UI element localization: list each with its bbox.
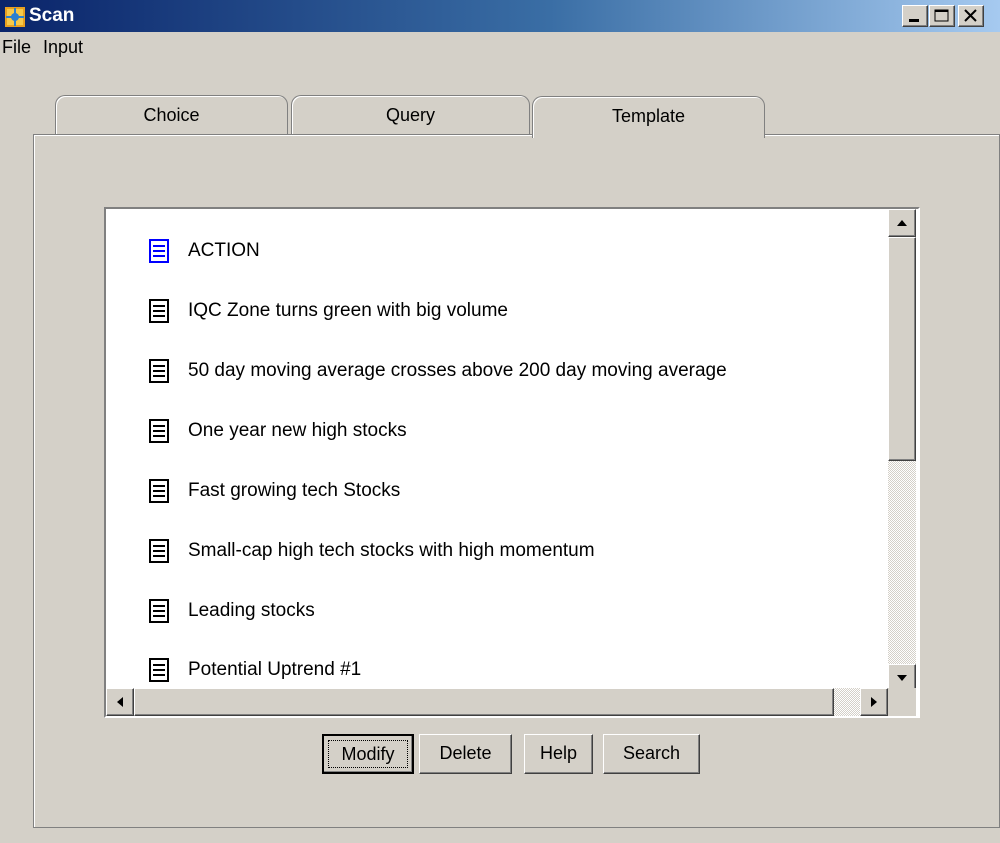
menu-bar: File Input xyxy=(0,32,1000,62)
minimize-button[interactable] xyxy=(902,5,928,27)
list-item-label: Potential Uptrend #1 xyxy=(188,659,362,680)
minimize-icon xyxy=(909,19,919,22)
title-bar[interactable]: Scan xyxy=(0,0,1000,32)
close-icon xyxy=(964,9,977,22)
search-button-label: Search xyxy=(622,743,681,763)
scroll-right-button[interactable] xyxy=(860,688,888,716)
scrollbar-corner xyxy=(888,688,916,716)
arrow-left-icon xyxy=(117,697,123,707)
scroll-left-button[interactable] xyxy=(106,688,134,716)
scan-app-icon xyxy=(5,7,25,27)
delete-button-label: Delete xyxy=(439,743,492,763)
list-item-label: IQC Zone turns green with big volume xyxy=(188,300,508,321)
vertical-scroll-thumb[interactable] xyxy=(888,237,916,461)
list-item-label: Fast growing tech Stocks xyxy=(188,480,401,501)
focus-ring xyxy=(328,740,408,768)
list-item-label: Leading stocks xyxy=(188,600,315,621)
document-icon xyxy=(149,539,169,563)
menu-input[interactable]: Input xyxy=(43,37,83,57)
maximize-icon xyxy=(934,9,949,22)
horizontal-scroll-thumb[interactable] xyxy=(134,688,834,716)
template-list[interactable]: ACTION IQC Zone turns green with big vol… xyxy=(104,207,920,718)
document-icon xyxy=(149,479,169,503)
list-item-label: One year new high stocks xyxy=(188,420,407,441)
scroll-up-button[interactable] xyxy=(888,209,916,237)
menu-file[interactable]: File xyxy=(2,37,31,57)
modify-button[interactable]: Modify xyxy=(322,734,414,774)
arrow-right-icon xyxy=(871,697,877,707)
close-button[interactable] xyxy=(958,5,984,27)
help-button[interactable]: Help xyxy=(524,734,593,774)
document-icon xyxy=(149,239,169,263)
vertical-scrollbar[interactable] xyxy=(888,209,916,692)
horizontal-scrollbar[interactable] xyxy=(106,688,888,716)
search-button[interactable]: Search xyxy=(603,734,700,774)
delete-button[interactable]: Delete xyxy=(419,734,512,774)
tab-choice[interactable]: Choice xyxy=(55,95,288,135)
document-icon xyxy=(149,599,169,623)
maximize-button[interactable] xyxy=(929,5,955,27)
document-icon xyxy=(149,359,169,383)
document-icon xyxy=(149,419,169,443)
document-icon xyxy=(149,658,169,682)
document-icon xyxy=(149,299,169,323)
help-button-label: Help xyxy=(539,743,578,763)
window-title: Scan xyxy=(29,5,75,26)
tab-template[interactable]: Template xyxy=(532,96,765,138)
list-item-label: 50 day moving average crosses above 200 … xyxy=(188,360,727,381)
list-item-label: ACTION xyxy=(188,240,260,261)
tab-query[interactable]: Query xyxy=(291,95,530,135)
arrow-up-icon xyxy=(897,220,907,226)
list-item-label: Small-cap high tech stocks with high mom… xyxy=(188,540,595,561)
